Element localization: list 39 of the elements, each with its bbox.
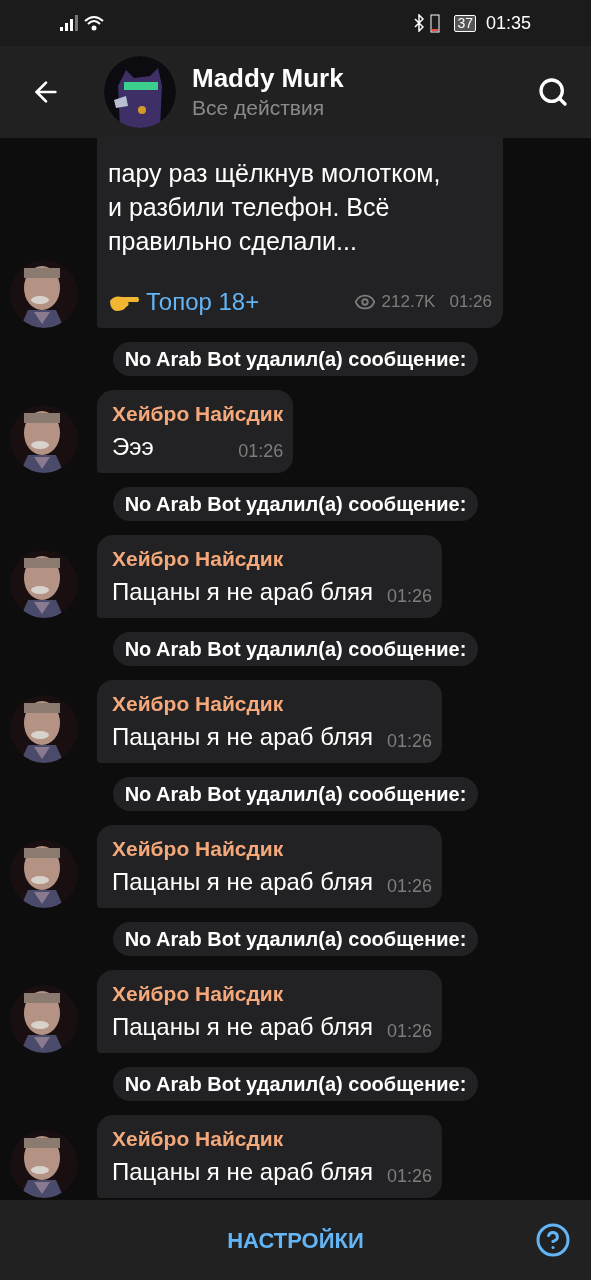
author-name: Хейбро Найсдик bbox=[112, 1126, 285, 1152]
settings-button[interactable]: НАСТРОЙКИ bbox=[227, 1223, 364, 1257]
message-time: 01:26 bbox=[386, 1020, 432, 1043]
message-text: пару раз щёлкнув молотком, и разбили телефон. Всё правильно сделали... bbox=[108, 158, 442, 257]
message-text: Эээ bbox=[112, 432, 154, 462]
chat-title: Maddy Murk bbox=[192, 62, 344, 94]
author-name: Хейбро Найсдик bbox=[112, 836, 285, 862]
bluetooth-icon bbox=[414, 14, 425, 32]
message-text: Пацаны я не араб бляя bbox=[112, 722, 373, 752]
message-time: 01:26 bbox=[238, 440, 284, 463]
message-time: 01:26 bbox=[386, 730, 432, 753]
message-time: 01:26 bbox=[449, 291, 492, 314]
view-count: 212.7K bbox=[381, 291, 436, 314]
message-text: Пацаны я не араб бляя bbox=[112, 577, 373, 607]
message-time: 01:26 bbox=[386, 875, 432, 898]
battery-low-icon bbox=[430, 13, 441, 33]
service-message: No Arab Bot удалил(а) сообщение: bbox=[112, 922, 479, 956]
chat-subtitle: Все действия bbox=[192, 95, 326, 121]
message-text: Пацаны я не араб бляя bbox=[112, 1157, 373, 1187]
service-message: No Arab Bot удалил(а) сообщение: bbox=[112, 1067, 479, 1101]
message-time: 01:26 bbox=[386, 1165, 432, 1188]
author-name: Хейбро Найсдик bbox=[112, 401, 284, 427]
help-icon[interactable] bbox=[535, 1222, 571, 1258]
battery-level: 37 bbox=[454, 14, 476, 32]
service-message: No Arab Bot удалил(а) сообщение: bbox=[112, 777, 479, 811]
message-text: Пацаны я не араб бляя bbox=[112, 867, 373, 897]
service-message: No Arab Bot удалил(а) сообщение: bbox=[112, 632, 479, 666]
wifi-icon bbox=[84, 15, 104, 31]
service-message: No Arab Bot удалил(а) сообщение: bbox=[112, 487, 479, 521]
message-text: Пацаны я не араб бляя bbox=[112, 1012, 373, 1042]
channel-link[interactable]: Топор 18+ bbox=[146, 284, 260, 320]
service-message: No Arab Bot удалил(а) сообщение: bbox=[112, 342, 479, 376]
author-name: Хейбро Найсдик bbox=[112, 691, 285, 717]
author-name: Хейбро Найсдик bbox=[112, 981, 285, 1007]
signal-icon bbox=[60, 15, 78, 31]
clock: 01:35 bbox=[485, 11, 531, 35]
search-icon[interactable] bbox=[537, 76, 569, 108]
message-time: 01:26 bbox=[386, 585, 432, 608]
author-name: Хейбро Найсдик bbox=[112, 546, 285, 572]
